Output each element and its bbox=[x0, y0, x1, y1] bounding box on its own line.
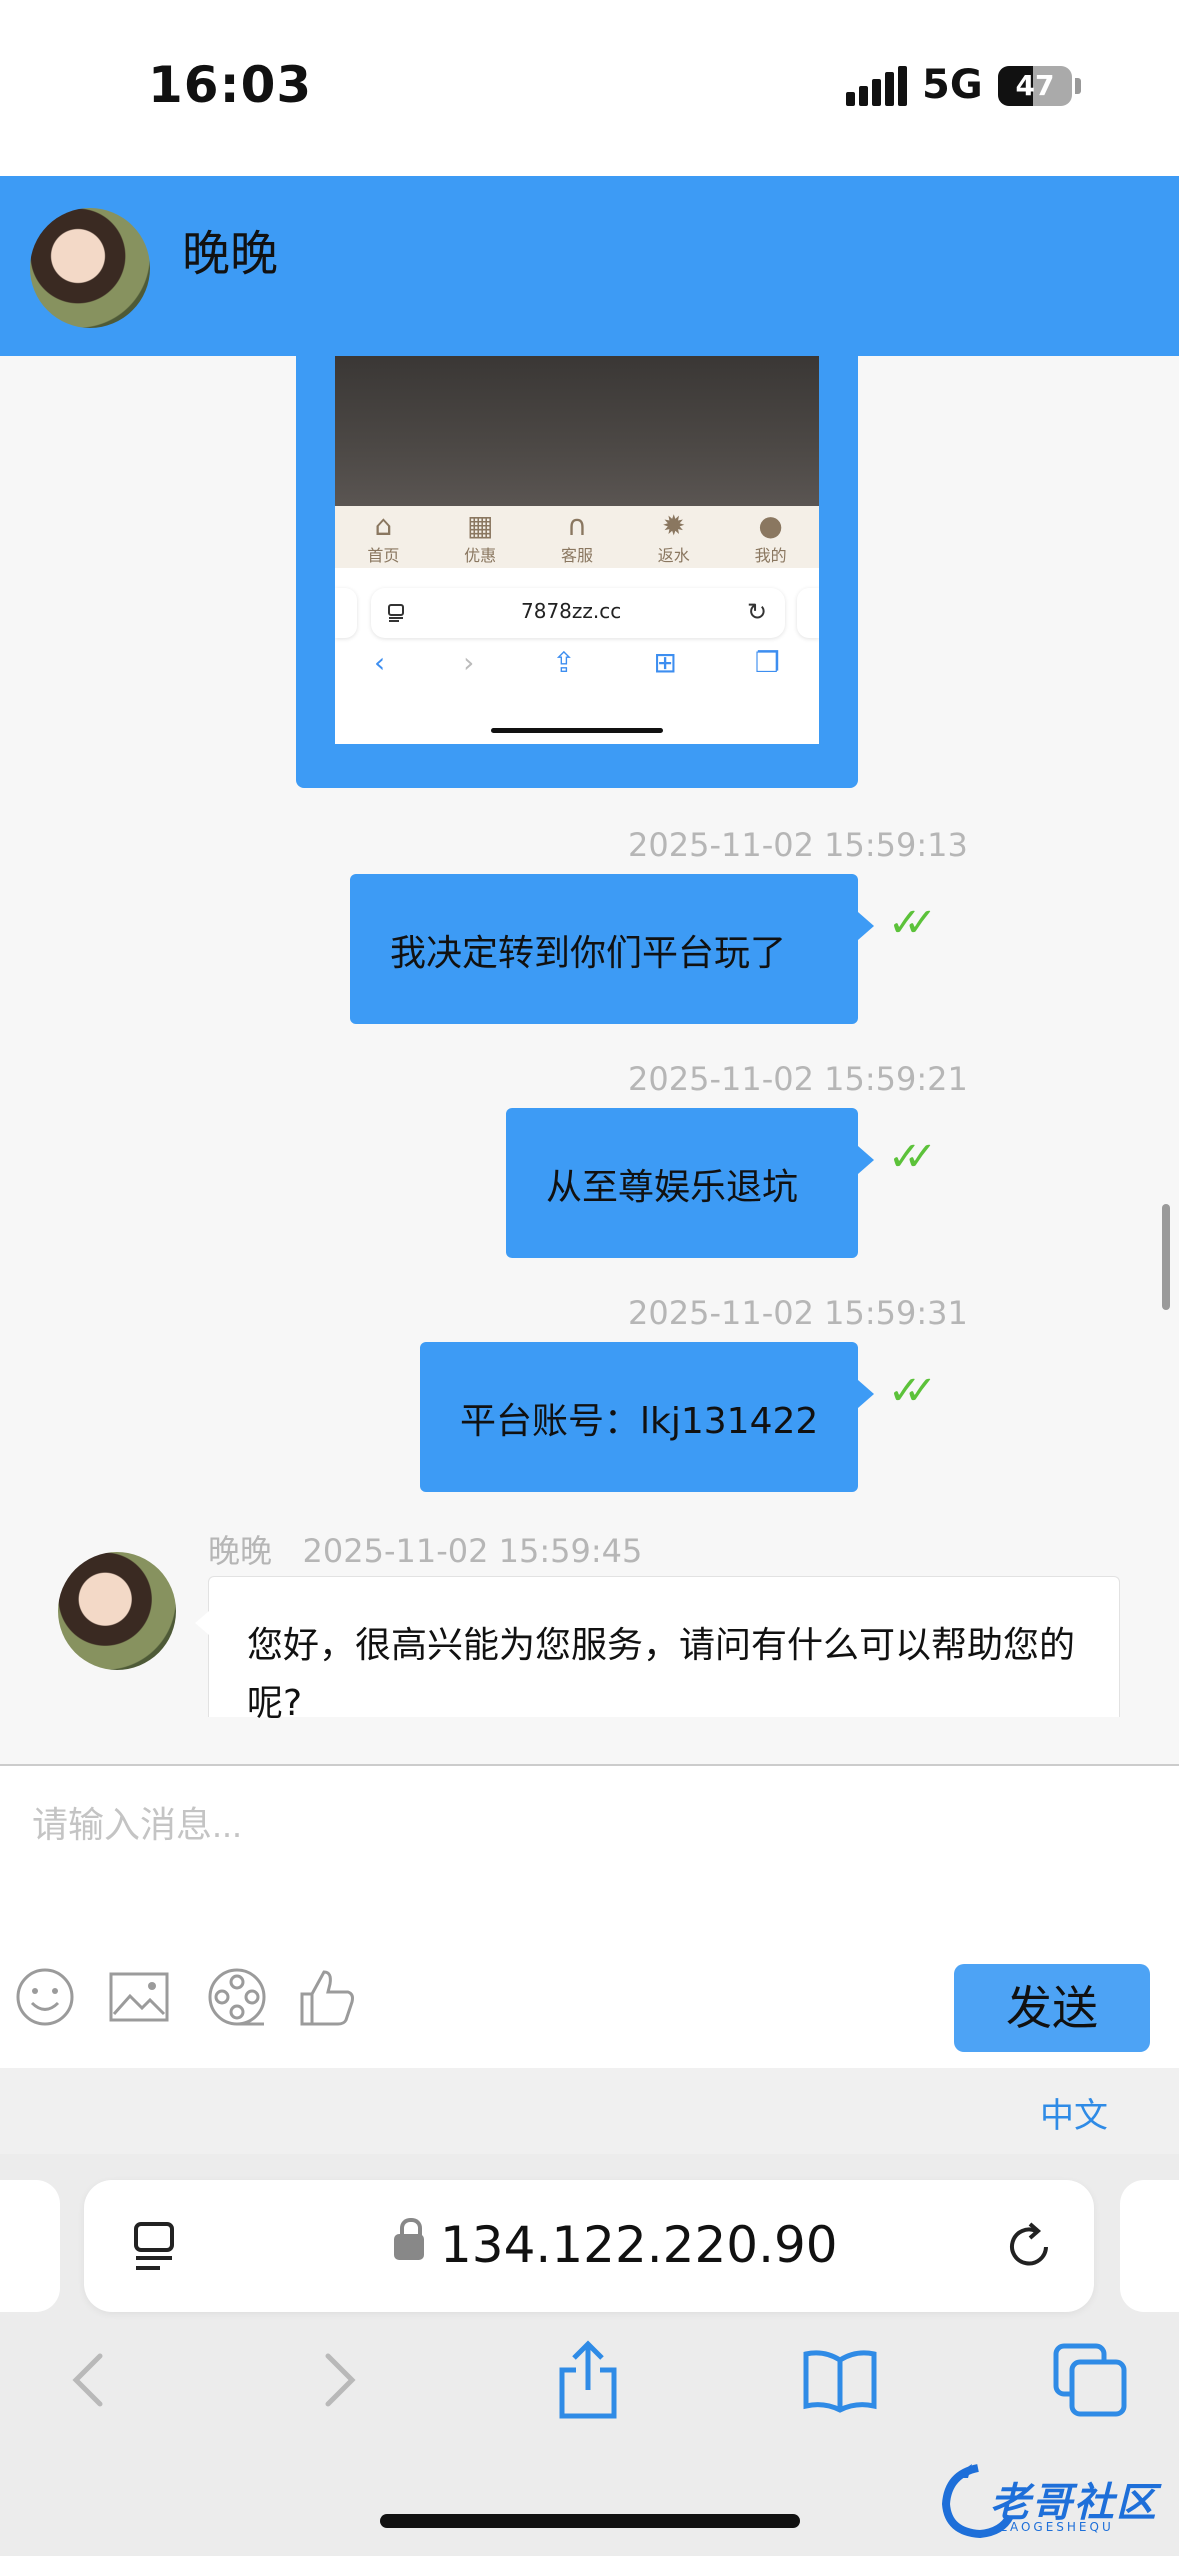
video-reel-icon[interactable] bbox=[206, 1966, 268, 2028]
browser-nav bbox=[0, 2340, 1179, 2430]
image-url-text: 7878zz.cc bbox=[521, 599, 622, 623]
message-input[interactable] bbox=[30, 1794, 1134, 1856]
bookmarks-icon[interactable] bbox=[800, 2340, 880, 2420]
send-button[interactable]: 发送 bbox=[954, 1964, 1150, 2052]
outgoing-message[interactable]: 从至尊娱乐退坑 bbox=[506, 1108, 874, 1258]
watermark-logo: 老哥社区 LAOGESHEQU bbox=[938, 2460, 1158, 2540]
browser-toolbar: 134.122.220.90 老哥社区 LAOGESHEQU bbox=[0, 2154, 1179, 2556]
image-icon[interactable] bbox=[108, 1966, 170, 2028]
back-icon[interactable] bbox=[48, 2340, 128, 2420]
agent-avatar[interactable] bbox=[30, 208, 150, 328]
image-tab-mine: ● 我的 bbox=[754, 509, 787, 566]
back-icon: ‹ bbox=[373, 646, 386, 679]
image-side-tab bbox=[797, 588, 819, 638]
gift-icon: ▦ bbox=[466, 509, 494, 542]
share-icon: ⇪ bbox=[552, 646, 576, 679]
sender-name: 晚晚 bbox=[208, 1532, 273, 1570]
tabs-icon[interactable] bbox=[1050, 2340, 1130, 2420]
forward-icon[interactable] bbox=[300, 2340, 380, 2420]
incoming-message[interactable]: 您好，很高兴能为您服务，请问有什么可以帮助您的呢? bbox=[195, 1576, 1120, 1724]
scrollbar[interactable] bbox=[1162, 1204, 1170, 1310]
emoji-icon[interactable] bbox=[14, 1966, 76, 2028]
url-text: 134.122.220.90 bbox=[440, 2216, 838, 2274]
message-text: 您好，很高兴能为您服务，请问有什么可以帮助您的呢? bbox=[247, 1625, 1076, 1724]
message-timestamp: 2025-11-02 15:59:31 bbox=[628, 1294, 968, 1332]
image-tab-home: ⌂ 首页 bbox=[367, 509, 400, 566]
message-text: 我决定转到你们平台玩了 bbox=[390, 933, 787, 974]
tabs-icon: ❐ bbox=[754, 646, 781, 679]
tab-overview-icon[interactable] bbox=[132, 2220, 184, 2274]
incoming-meta: 晚晚 2025-11-02 15:59:45 bbox=[208, 1526, 642, 1572]
home-icon: ⌂ bbox=[374, 509, 393, 542]
message-text: 平台账号：lkj131422 bbox=[460, 1401, 819, 1442]
read-check-icon: ✓✓ bbox=[888, 1134, 937, 1180]
language-toggle[interactable]: 中文 bbox=[1040, 2088, 1108, 2137]
user-icon: ● bbox=[758, 509, 783, 542]
outgoing-message[interactable]: 平台账号：lkj131422 bbox=[420, 1342, 874, 1492]
previous-tab-peek[interactable] bbox=[0, 2180, 60, 2312]
image-navbar: ‹ › ⇪ ⊞ ❐ bbox=[335, 646, 819, 696]
address-bar[interactable]: 134.122.220.90 bbox=[84, 2180, 1094, 2312]
read-check-icon: ✓✓ bbox=[888, 1368, 937, 1414]
tab-overview-icon bbox=[388, 604, 404, 622]
battery-nub bbox=[1075, 78, 1081, 94]
status-time: 16:03 bbox=[148, 56, 313, 114]
outgoing-message[interactable]: 我决定转到你们平台玩了 bbox=[350, 874, 874, 1024]
watermark-subtext: LAOGESHEQU bbox=[1000, 2520, 1114, 2534]
forward-icon: › bbox=[463, 646, 475, 679]
agent-name: 晚晚 bbox=[182, 226, 279, 282]
image-home-indicator bbox=[491, 728, 663, 733]
lock-icon bbox=[394, 2218, 424, 2260]
image-tab-rebate: ✹ 返水 bbox=[657, 509, 690, 566]
reload-icon: ↻ bbox=[747, 598, 768, 626]
chat-header bbox=[0, 176, 1179, 356]
home-indicator[interactable] bbox=[380, 2514, 800, 2528]
image-dark-area bbox=[335, 356, 819, 506]
battery-level: 47 bbox=[1015, 69, 1055, 102]
image-tabbar: ⌂ 首页 ▦ 优惠 ∩ 客服 ✹ 返水 ● 我的 bbox=[335, 506, 819, 568]
reload-icon[interactable] bbox=[1002, 2220, 1056, 2274]
network-label: 5G bbox=[922, 62, 983, 108]
book-icon: ⊞ bbox=[653, 646, 678, 679]
image-tab-offers: ▦ 优惠 bbox=[464, 509, 497, 566]
thumbs-up-icon[interactable] bbox=[296, 1966, 358, 2028]
keyboard-strip: 中文 bbox=[0, 2068, 1179, 2155]
headset-icon: ∩ bbox=[566, 509, 588, 542]
image-message-content[interactable]: ⌂ 首页 ▦ 优惠 ∩ 客服 ✹ 返水 ● 我的 7878zz.cc ↻ ‹ › ⇪ ⊞ … bbox=[335, 356, 819, 744]
message-timestamp: 2025-11-02 15:59:21 bbox=[628, 1060, 968, 1098]
coin-icon: ✹ bbox=[662, 509, 686, 542]
message-timestamp: 2025-11-02 15:59:45 bbox=[302, 1532, 643, 1570]
battery-icon: 47 bbox=[998, 66, 1072, 106]
composer: 发送 bbox=[0, 1764, 1179, 2070]
read-check-icon: ✓✓ bbox=[888, 900, 937, 946]
image-tab-service: ∩ 客服 bbox=[560, 509, 593, 566]
message-text: 从至尊娱乐退坑 bbox=[546, 1167, 799, 1208]
message-timestamp: 2025-11-02 15:59:13 bbox=[628, 826, 968, 864]
image-side-tab bbox=[335, 588, 357, 638]
share-icon[interactable] bbox=[548, 2340, 628, 2420]
signal-icon bbox=[846, 66, 907, 106]
image-urlbar: 7878zz.cc ↻ bbox=[371, 588, 785, 638]
agent-avatar[interactable] bbox=[58, 1552, 176, 1670]
next-tab-peek[interactable] bbox=[1120, 2180, 1179, 2312]
